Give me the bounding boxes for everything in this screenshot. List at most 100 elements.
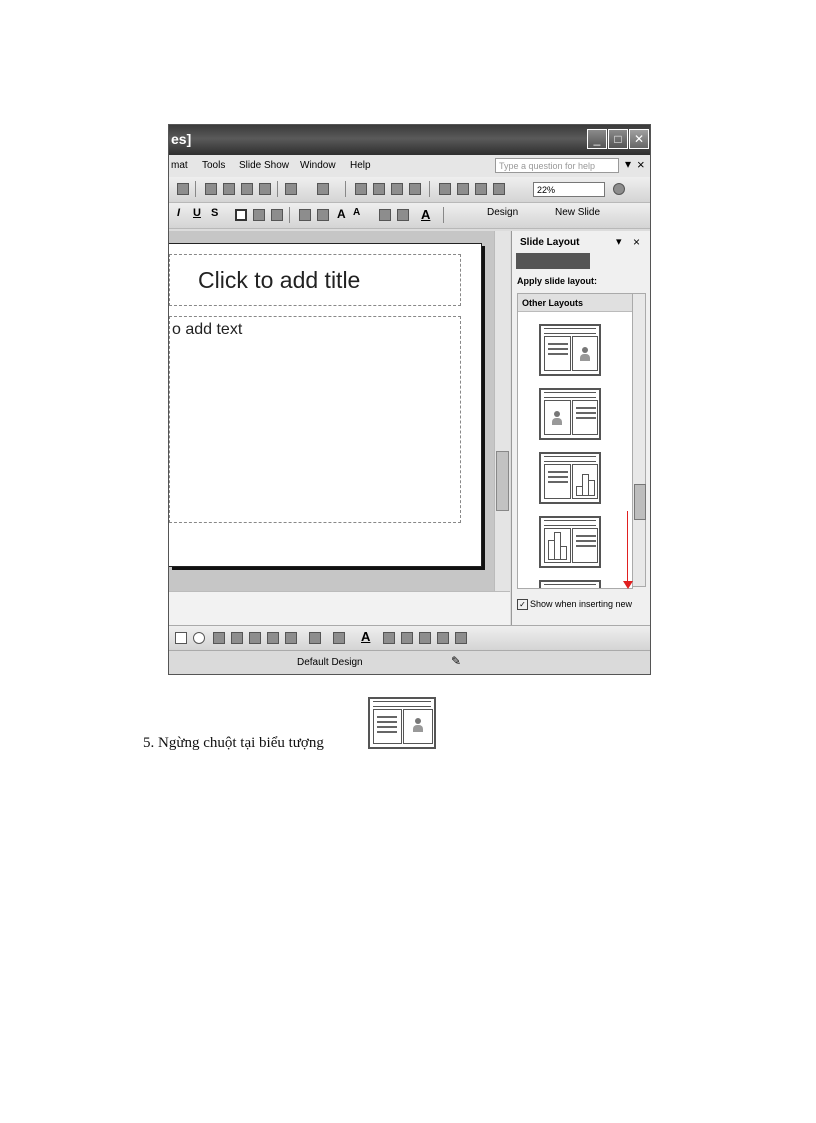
- notes-pane[interactable]: [169, 591, 510, 626]
- gallery-scrollbar[interactable]: [632, 293, 646, 587]
- layout-clipart-and-text[interactable]: [539, 388, 601, 440]
- task-pane-navigation[interactable]: [516, 253, 590, 269]
- menu-tools[interactable]: Tools: [202, 160, 225, 171]
- clipart-icon: [413, 718, 423, 732]
- body-placeholder[interactable]: o add text: [169, 316, 461, 523]
- table-icon[interactable]: [373, 183, 385, 195]
- clipart-icon: [552, 411, 562, 425]
- menu-help[interactable]: Help: [350, 160, 371, 171]
- help-search-input[interactable]: Type a question for help: [495, 158, 619, 173]
- copy-icon[interactable]: [223, 183, 235, 195]
- formatting-toolbar: I U S A A A Design New Slide: [169, 203, 650, 229]
- chart-icon[interactable]: [355, 183, 367, 195]
- menu-window[interactable]: Window: [300, 160, 336, 171]
- maximize-button[interactable]: □: [608, 129, 628, 149]
- 3d-style-icon[interactable]: [455, 632, 467, 644]
- minimize-button[interactable]: _: [587, 129, 607, 149]
- gallery-section-header: Other Layouts: [518, 294, 632, 312]
- align-left-icon[interactable]: [235, 209, 247, 221]
- menu-bar: mat Tools Slide Show Window Help Type a …: [169, 155, 650, 177]
- title-placeholder[interactable]: Click to add title: [169, 254, 461, 306]
- scroll-direction-arrow: [627, 511, 628, 583]
- slide-scrollbar[interactable]: [494, 231, 510, 591]
- chart-icon: [576, 468, 596, 496]
- wordart-icon[interactable]: [231, 632, 243, 644]
- close-button[interactable]: ✕: [629, 129, 649, 149]
- layout-icon-text-and-clipart: [368, 697, 436, 749]
- hyperlink-icon[interactable]: [409, 183, 421, 195]
- design-button[interactable]: Design: [487, 207, 518, 218]
- print-icon[interactable]: [177, 183, 189, 195]
- close-doc-icon[interactable]: ×: [637, 157, 645, 172]
- fill-color-icon[interactable]: [309, 632, 321, 644]
- chart-icon: [548, 532, 568, 560]
- expand-all-icon[interactable]: [439, 183, 451, 195]
- align-right-icon[interactable]: [271, 209, 283, 221]
- font-color-icon[interactable]: A: [421, 207, 430, 222]
- increase-indent-icon[interactable]: [397, 209, 409, 221]
- line-style-icon[interactable]: [383, 632, 395, 644]
- diagram-icon[interactable]: [249, 632, 261, 644]
- menu-format[interactable]: mat: [171, 160, 188, 171]
- tables-borders-icon[interactable]: [391, 183, 403, 195]
- show-formatting-icon[interactable]: [457, 183, 469, 195]
- separator: [429, 181, 430, 197]
- decrease-font-icon[interactable]: A: [353, 207, 360, 218]
- separator: [277, 181, 278, 197]
- align-center-icon[interactable]: [253, 209, 265, 221]
- status-design-name: Default Design: [297, 657, 363, 668]
- shadow-style-icon[interactable]: [437, 632, 449, 644]
- drawing-toolbar: A: [169, 625, 650, 650]
- grid-icon[interactable]: [475, 183, 487, 195]
- layout-gallery: Other Layouts: [517, 293, 633, 589]
- oval-icon[interactable]: [193, 632, 205, 644]
- checkbox-check-icon[interactable]: ✓: [517, 599, 528, 611]
- zoom-select[interactable]: 22%: [533, 182, 605, 197]
- underline-button[interactable]: U: [193, 207, 201, 219]
- redo-icon[interactable]: [317, 183, 329, 195]
- dash-style-icon[interactable]: [401, 632, 413, 644]
- numbering-icon[interactable]: [299, 209, 311, 221]
- decrease-indent-icon[interactable]: [379, 209, 391, 221]
- clipart-icon[interactable]: [267, 632, 279, 644]
- chevron-down-icon[interactable]: ▾: [625, 157, 631, 171]
- layout-text-and-chart[interactable]: [539, 452, 601, 504]
- powerpoint-screenshot: es] _ □ ✕ mat Tools Slide Show Window He…: [168, 124, 651, 675]
- chevron-down-icon[interactable]: ▾: [616, 235, 622, 248]
- color-grayscale-icon[interactable]: [493, 183, 505, 195]
- separator: [345, 181, 346, 197]
- scrollbar-thumb[interactable]: [634, 484, 646, 520]
- show-when-inserting-checkbox[interactable]: ✓ Show when inserting new: [517, 599, 632, 611]
- window-title: es]: [171, 131, 192, 147]
- format-painter-icon[interactable]: [259, 183, 271, 195]
- bullets-icon[interactable]: [317, 209, 329, 221]
- shadow-button[interactable]: S: [211, 207, 218, 219]
- undo-icon[interactable]: [285, 183, 297, 195]
- line-color-icon[interactable]: [333, 632, 345, 644]
- textbox-icon[interactable]: [213, 632, 225, 644]
- layout-chart-and-text[interactable]: [539, 516, 601, 568]
- rectangle-icon[interactable]: [175, 632, 187, 644]
- slide-workspace: Click to add title o add text: [169, 231, 494, 591]
- italic-button[interactable]: I: [177, 207, 180, 219]
- new-slide-button[interactable]: New Slide: [555, 207, 600, 218]
- separator: [443, 207, 444, 223]
- paste-icon[interactable]: [241, 183, 253, 195]
- close-icon[interactable]: ×: [633, 235, 640, 249]
- menu-slide-show[interactable]: Slide Show: [239, 160, 289, 171]
- cut-icon[interactable]: [205, 183, 217, 195]
- standard-toolbar: 22%: [169, 177, 650, 203]
- layout-partial[interactable]: [539, 580, 601, 588]
- status-bar: Default Design ✎: [169, 650, 650, 674]
- increase-font-icon[interactable]: A: [337, 207, 346, 221]
- font-color-icon[interactable]: A: [361, 629, 370, 644]
- separator: [289, 207, 290, 223]
- help-icon[interactable]: [613, 183, 625, 195]
- arrow-head-icon: [623, 581, 633, 589]
- scrollbar-thumb[interactable]: [496, 451, 509, 511]
- clipart-icon: [580, 347, 590, 361]
- layout-text-and-clipart[interactable]: [539, 324, 601, 376]
- picture-icon[interactable]: [285, 632, 297, 644]
- slide-canvas: Click to add title o add text: [169, 243, 482, 567]
- arrow-style-icon[interactable]: [419, 632, 431, 644]
